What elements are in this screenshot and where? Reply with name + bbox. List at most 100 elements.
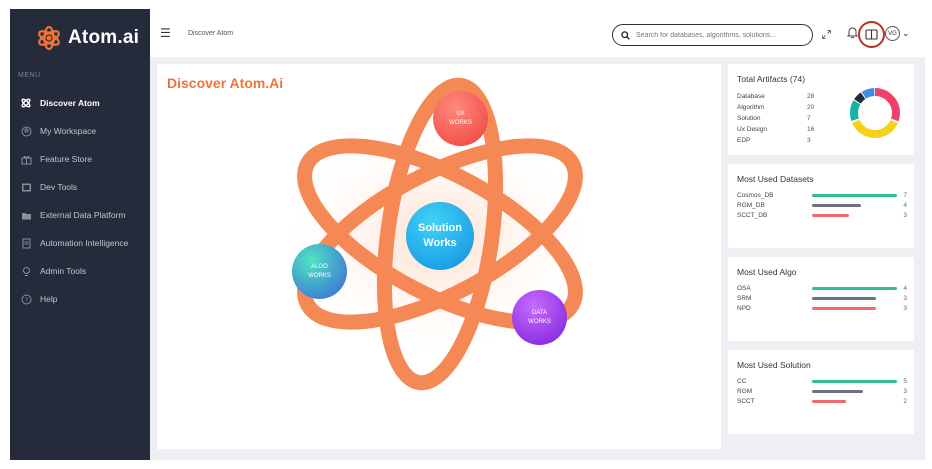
solution-list: CC 5 RGM 3 SCCT 2 — [737, 376, 907, 406]
svg-text:?: ? — [24, 296, 27, 304]
usage-bar-track — [812, 389, 897, 393]
hamburger-menu-icon[interactable]: ☰ — [160, 26, 171, 40]
sidebar-item-automation-intelligence[interactable]: Automation Intelligence — [10, 229, 150, 257]
row-label: RGM_DB — [737, 201, 765, 209]
search-input[interactable] — [636, 31, 806, 39]
row-label: Cosmos_DB — [737, 191, 774, 199]
list-item: NPD 3 — [737, 303, 907, 313]
usage-bar — [812, 213, 849, 217]
row-label: OSA — [737, 284, 751, 292]
sidebar: Atom.ai MENU Discover Atom My Workspace — [10, 9, 150, 460]
document-icon — [20, 237, 32, 249]
list-item: OSA 4 — [737, 283, 907, 293]
row-value: 3 — [903, 304, 907, 312]
row-value: 7 — [903, 191, 907, 199]
data-works-label-1: DATA — [531, 310, 548, 317]
chevron-down-icon[interactable]: ⌄ — [902, 28, 910, 39]
total-artifacts-card: Total Artifacts (74) Database 28 Algorith… — [728, 64, 914, 155]
list-item: CC 5 — [737, 376, 907, 386]
list-item: EDP 3 — [737, 135, 827, 146]
most-used-algo-card: Most Used Algo OSA 4 SRM 3 NPD 3 — [728, 257, 914, 341]
row-label: RGM — [737, 387, 753, 395]
artifact-value: 7 — [807, 115, 811, 122]
ux-works-node[interactable]: UX WORKS — [433, 91, 488, 146]
bell-icon[interactable] — [846, 26, 859, 44]
card-title: Most Used Algo — [737, 267, 797, 277]
ux-works-label-1: UX — [456, 111, 465, 118]
atom-icon — [20, 97, 32, 109]
artifact-label: EDP — [737, 137, 751, 144]
sidebar-item-discover-atom[interactable]: Discover Atom — [10, 89, 150, 117]
artifact-label: Algorithm — [737, 104, 765, 111]
avatar[interactable]: VG — [885, 26, 900, 41]
solution-works-node[interactable]: Solution Works — [406, 202, 474, 270]
list-item: Database 28 — [737, 91, 827, 102]
card-title: Total Artifacts (74) — [737, 74, 806, 84]
most-used-solution-card: Most Used Solution CC 5 RGM 3 SCCT 2 — [728, 350, 914, 434]
row-label: SRM — [737, 294, 752, 302]
usage-bar-track — [812, 213, 897, 217]
help-icon: ? — [20, 293, 32, 305]
list-item: Algorithm 20 — [737, 102, 827, 113]
row-value: 4 — [903, 284, 907, 292]
workspace-icon — [20, 125, 32, 137]
search-bar[interactable] — [612, 24, 813, 46]
atom-logo-icon — [38, 25, 60, 51]
sidebar-item-external-data-platform[interactable]: External Data Platform — [10, 201, 150, 229]
algo-works-label-2: WORKS — [308, 272, 331, 279]
list-item: SCCT_DB 3 — [737, 210, 907, 220]
usage-bar — [812, 296, 876, 300]
app-name: Atom.ai — [68, 27, 140, 48]
artifact-label: Database — [737, 93, 765, 100]
card-title: Most Used Datasets — [737, 174, 814, 184]
gift-icon — [20, 153, 32, 165]
usage-bar — [812, 286, 898, 290]
artifact-value: 20 — [807, 104, 815, 111]
artifact-value: 16 — [807, 126, 815, 133]
book-icon-button[interactable] — [858, 21, 885, 48]
sidebar-item-label: External Data Platform — [40, 210, 126, 220]
ux-works-label-2: WORKS — [449, 119, 472, 126]
row-value: 2 — [903, 397, 907, 405]
row-label: CC — [737, 377, 747, 385]
logo[interactable]: Atom.ai — [36, 20, 139, 56]
most-used-datasets-card: Most Used Datasets Cosmos_DB 7 RGM_DB 4 SC… — [728, 164, 914, 248]
devtools-icon — [20, 181, 32, 193]
sidebar-item-label: Discover Atom — [40, 98, 100, 108]
expand-icon[interactable] — [821, 27, 832, 45]
usage-bar — [812, 379, 898, 383]
sidebar-item-feature-store[interactable]: Feature Store — [10, 145, 150, 173]
list-item: RGM_DB 4 — [737, 200, 907, 210]
sidebar-item-help[interactable]: ? Help — [10, 285, 150, 313]
discover-panel: Discover Atom.Ai Solution Works UX WORKS — [157, 64, 721, 449]
book-icon — [865, 29, 878, 40]
usage-bar-track — [812, 306, 897, 310]
menu-label: MENU — [18, 72, 41, 79]
algo-works-label-1: ALGO — [311, 264, 328, 271]
row-label: NPD — [737, 304, 751, 312]
sidebar-nav: Discover Atom My Workspace Feature Store… — [10, 89, 150, 313]
sidebar-item-label: My Workspace — [40, 126, 97, 136]
artifacts-list: Database 28 Algorithm 20 Solution 7 Ux Desi… — [737, 91, 827, 146]
usage-bar — [812, 203, 861, 207]
usage-bar-track — [812, 296, 897, 300]
artifacts-donut-chart — [850, 88, 900, 138]
data-works-node[interactable]: DATA WORKS — [512, 290, 567, 345]
bulb-icon — [20, 265, 32, 277]
sidebar-item-label: Dev Tools — [40, 182, 78, 192]
list-item: Cosmos_DB 7 — [737, 190, 907, 200]
sidebar-item-admin-tools[interactable]: Admin Tools — [10, 257, 150, 285]
row-value: 3 — [903, 387, 907, 395]
row-value: 3 — [903, 294, 907, 302]
artifact-label: Ux Design — [737, 126, 767, 133]
algo-works-node[interactable]: ALGO WORKS — [292, 244, 347, 299]
list-item: Solution 7 — [737, 113, 827, 124]
sidebar-item-dev-tools[interactable]: Dev Tools — [10, 173, 150, 201]
sidebar-item-label: Automation Intelligence — [40, 238, 129, 248]
usage-bar — [812, 389, 864, 393]
sidebar-item-my-workspace[interactable]: My Workspace — [10, 117, 150, 145]
data-works-label-2: WORKS — [528, 318, 551, 325]
usage-bar — [812, 193, 898, 197]
usage-bar — [812, 399, 847, 403]
row-label: SCCT — [737, 397, 755, 405]
